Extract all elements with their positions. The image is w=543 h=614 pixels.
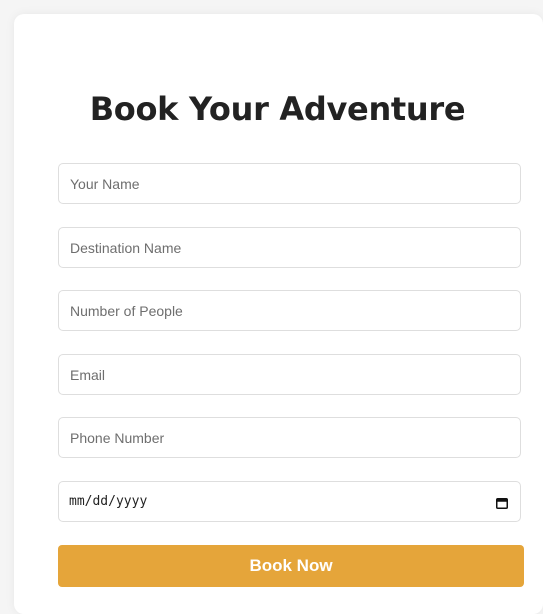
book-now-button[interactable]: Book Now bbox=[58, 545, 524, 587]
page-title: Book Your Adventure bbox=[89, 90, 466, 128]
email-input[interactable] bbox=[58, 354, 521, 395]
phone-input[interactable] bbox=[58, 417, 521, 458]
name-input[interactable] bbox=[58, 163, 521, 204]
calendar-icon[interactable] bbox=[496, 496, 508, 509]
date-placeholder: mm/dd/yyyy bbox=[69, 494, 148, 509]
destination-input[interactable] bbox=[58, 227, 521, 268]
date-input[interactable]: mm/dd/yyyy bbox=[58, 481, 521, 522]
people-count-input[interactable] bbox=[58, 290, 521, 331]
